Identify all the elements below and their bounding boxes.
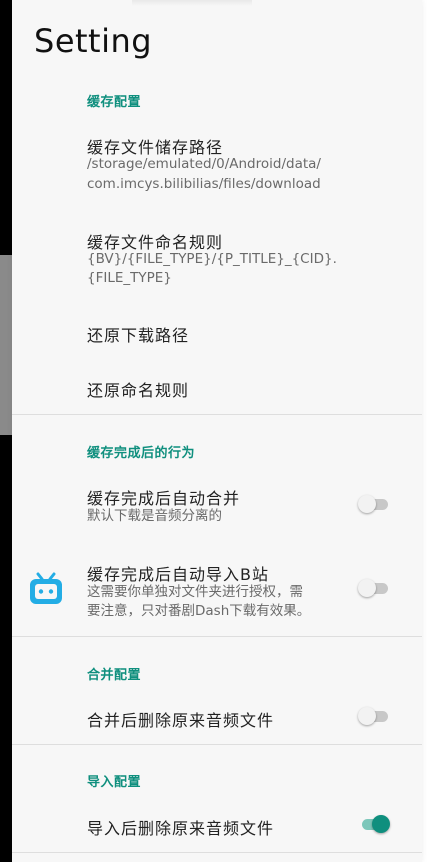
auto-import-line1: 这需要你单独对文件夹进行授权，需 xyxy=(87,584,303,600)
settings-panel: Setting 缓存配置 缓存文件储存路径 /storage/emulated/… xyxy=(12,0,422,862)
switch-thumb xyxy=(358,579,376,597)
top-fade xyxy=(132,0,252,6)
delete-after-merge-title[interactable]: 合并后删除原来音频文件 xyxy=(87,707,274,731)
auto-merge-switch[interactable] xyxy=(358,495,390,513)
delete-after-import-switch[interactable] xyxy=(358,815,390,833)
app-screen: Setting 缓存配置 缓存文件储存路径 /storage/emulated/… xyxy=(0,0,438,862)
section-header-merge-config: 合并配置 xyxy=(87,668,142,683)
naming-rule-line1: {BV}/{FILE_TYPE}/{P_TITLE}_{CID}. xyxy=(87,251,337,267)
divider xyxy=(12,852,422,853)
auto-import-switch[interactable] xyxy=(358,579,390,597)
auto-import-line2: 要注意，只对番剧Dash下载有效果。 xyxy=(87,603,311,619)
switch-thumb xyxy=(358,495,376,513)
divider xyxy=(12,414,422,415)
bilibili-tv-icon xyxy=(30,572,62,604)
switch-thumb xyxy=(372,815,390,833)
reset-download-path-item[interactable]: 还原下载路径 xyxy=(87,322,189,346)
naming-rule-line2: {FILE_TYPE} xyxy=(87,270,172,286)
section-header-import-config: 导入配置 xyxy=(87,775,142,790)
page-title: Setting xyxy=(34,22,153,60)
reset-naming-rule-item[interactable]: 还原命名规则 xyxy=(87,377,189,401)
section-header-cache-config: 缓存配置 xyxy=(87,95,142,110)
switch-thumb xyxy=(358,707,376,725)
divider xyxy=(12,636,422,637)
left-edge-shadow xyxy=(0,0,12,862)
storage-path-line1: /storage/emulated/0/Android/data/ xyxy=(87,156,321,172)
storage-path-line2: com.imcys.bilibilias/files/download xyxy=(87,176,321,192)
divider xyxy=(12,744,422,745)
delete-after-merge-switch[interactable] xyxy=(358,707,390,725)
auto-merge-desc: 默认下载是音频分离的 xyxy=(87,508,222,524)
section-header-after-cache: 缓存完成后的行为 xyxy=(87,446,196,461)
auto-merge-title: 缓存完成后自动合并 xyxy=(87,489,241,508)
delete-after-import-title[interactable]: 导入后删除原来音频文件 xyxy=(87,815,274,839)
auto-import-title: 缓存完成后自动导入B站 xyxy=(87,565,269,584)
